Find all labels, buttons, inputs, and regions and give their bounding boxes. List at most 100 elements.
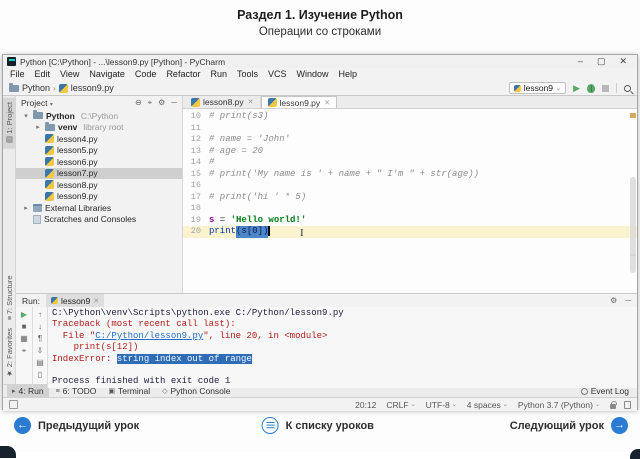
status-crlf[interactable]: CRLF⌄ bbox=[386, 400, 415, 410]
console-text: string index out of range bbox=[117, 354, 252, 364]
status-4-spaces[interactable]: 4 spaces⌄ bbox=[467, 400, 508, 410]
close-button[interactable]: ✕ bbox=[619, 55, 627, 68]
tree-item-lesson8-py[interactable]: lesson8.py bbox=[16, 179, 182, 191]
close-icon[interactable]: ✕ bbox=[248, 98, 254, 106]
chevron-icon[interactable]: ▸ bbox=[22, 204, 30, 212]
memory-indicator-icon[interactable] bbox=[624, 401, 631, 409]
up-stacktrace-icon[interactable]: ↑ bbox=[38, 310, 42, 319]
stop-button[interactable] bbox=[602, 85, 609, 92]
soft-wrap-icon[interactable]: ¶ bbox=[38, 334, 42, 343]
previous-lesson-button[interactable]: ← Предыдущий урок bbox=[14, 417, 139, 434]
toolwindow-toggle-icon[interactable] bbox=[9, 400, 18, 409]
debug-button[interactable] bbox=[587, 84, 595, 93]
tree-item-label: lesson6.py bbox=[57, 157, 98, 167]
code-line-15[interactable]: 15# print('My name is ' + name + " I'm "… bbox=[183, 169, 637, 181]
hide-panel-icon[interactable]: ─ bbox=[625, 296, 631, 305]
rerun-icon[interactable]: ▶ bbox=[21, 310, 27, 319]
tree-item-venv[interactable]: ▸venvlibrary root bbox=[16, 122, 182, 134]
settings-gear-icon[interactable]: ⚙ bbox=[158, 98, 165, 108]
search-everywhere-icon[interactable] bbox=[624, 85, 631, 92]
code-line-12[interactable]: 12# name = 'John' bbox=[183, 134, 637, 146]
stop-icon[interactable]: ■ bbox=[22, 322, 27, 331]
settings-gear-icon[interactable]: ⚙ bbox=[610, 296, 617, 305]
tree-item-lesson6-py[interactable]: lesson6.py bbox=[16, 156, 182, 168]
tree-item-lesson7-py[interactable]: lesson7.py bbox=[16, 168, 182, 180]
code-line-18[interactable]: 18 bbox=[183, 203, 637, 215]
console-text: Traceback (most recent call last): bbox=[52, 319, 236, 329]
status-utf-8[interactable]: UTF-8⌄ bbox=[426, 400, 457, 410]
menu-help[interactable]: Help bbox=[334, 68, 363, 81]
status-python-3-7-python-[interactable]: Python 3.7 (Python)⌄ bbox=[518, 400, 600, 410]
menu-view[interactable]: View bbox=[55, 68, 84, 81]
menu-run[interactable]: Run bbox=[205, 68, 232, 81]
editor-scrollbar[interactable] bbox=[630, 177, 636, 273]
run-configuration-select[interactable]: lesson9 ⌄ bbox=[509, 82, 566, 94]
line-number: 18 bbox=[183, 203, 209, 215]
tree-item-scratches-and-consoles[interactable]: Scratches and Consoles bbox=[16, 214, 182, 226]
menu-navigate[interactable]: Navigate bbox=[84, 68, 130, 81]
structure-icon: ≡ bbox=[5, 315, 14, 319]
breadcrumb-file[interactable]: lesson9.py bbox=[59, 83, 114, 93]
menu-code[interactable]: Code bbox=[130, 68, 162, 81]
code-line-20[interactable]: 20print(s[0]) bbox=[183, 226, 637, 238]
close-icon[interactable]: ✕ bbox=[324, 99, 330, 107]
editor-tab-lesson8-py[interactable]: lesson8.py✕ bbox=[185, 96, 261, 108]
stripe-favorites[interactable]: ★2: Favorites bbox=[3, 324, 16, 382]
chevron-icon[interactable]: ▸ bbox=[34, 123, 42, 131]
breadcrumb-project[interactable]: Python bbox=[9, 83, 50, 93]
stripe-project[interactable]: ▤1: Project bbox=[3, 98, 16, 149]
code-segment: = bbox=[214, 215, 230, 227]
locate-file-icon[interactable]: ⊖ bbox=[135, 98, 142, 108]
line-number: 16 bbox=[183, 180, 209, 192]
minimize-button[interactable]: – bbox=[578, 55, 583, 68]
tree-item-lesson4-py[interactable]: lesson4.py bbox=[16, 133, 182, 145]
run-tab[interactable]: lesson9 ✕ bbox=[46, 294, 104, 307]
lesson-list-button[interactable]: К списку уроков bbox=[262, 417, 374, 434]
folder-icon bbox=[9, 85, 19, 92]
next-lesson-button[interactable]: Следующий урок → bbox=[510, 417, 628, 434]
project-icon: ▤ bbox=[5, 136, 14, 145]
file-link[interactable]: C:/Python/lesson9.py bbox=[95, 331, 203, 341]
clear-all-icon[interactable]: ▯ bbox=[38, 370, 42, 379]
run-button[interactable]: ▶ bbox=[573, 84, 580, 93]
code-line-13[interactable]: 13# age = 20 bbox=[183, 146, 637, 158]
close-icon[interactable]: ✕ bbox=[93, 297, 99, 305]
print-icon[interactable]: ▤ bbox=[36, 358, 44, 367]
window-controls: – ▢ ✕ bbox=[578, 55, 633, 68]
tree-item-lesson5-py[interactable]: lesson5.py bbox=[16, 145, 182, 157]
menu-vcs[interactable]: VCS bbox=[263, 68, 292, 81]
py-icon bbox=[45, 169, 54, 178]
code-line-16[interactable]: 16 bbox=[183, 180, 637, 192]
scroll-to-end-icon[interactable]: ⇩ bbox=[37, 346, 44, 355]
menu-window[interactable]: Window bbox=[292, 68, 334, 81]
hide-panel-icon[interactable]: ─ bbox=[171, 98, 177, 108]
menu-file[interactable]: File bbox=[5, 68, 30, 81]
menu-refactor[interactable]: Refactor bbox=[161, 68, 205, 81]
project-panel-title[interactable]: Project ▾ bbox=[21, 98, 53, 108]
code-line-11[interactable]: 11 bbox=[183, 123, 637, 135]
collapse-all-icon[interactable]: ⌖ bbox=[148, 98, 153, 108]
editor-tab-lesson9-py[interactable]: lesson9.py✕ bbox=[261, 96, 338, 108]
stripe-structure[interactable]: ≡7: Structure bbox=[3, 271, 16, 324]
code-area[interactable]: 10# print(s3)1112# name = 'John'13# age … bbox=[183, 109, 637, 293]
status-20-12[interactable]: 20:12 bbox=[355, 400, 376, 410]
down-stacktrace-icon[interactable]: ↓ bbox=[38, 322, 42, 331]
lock-icon[interactable] bbox=[610, 404, 616, 409]
chevron-icon[interactable]: ▾ bbox=[22, 112, 30, 120]
pin-icon[interactable]: ⌖ bbox=[22, 346, 27, 355]
tree-item-lesson9-py[interactable]: lesson9.py bbox=[16, 191, 182, 203]
restore-layout-icon[interactable]: ▦ bbox=[20, 334, 28, 343]
menu-edit[interactable]: Edit bbox=[30, 68, 56, 81]
code-line-10[interactable]: 10# print(s3) bbox=[183, 111, 637, 123]
code-line-14[interactable]: 14# bbox=[183, 157, 637, 169]
code-line-19[interactable]: 19s = 'Hello world!' bbox=[183, 215, 637, 227]
code-line-17[interactable]: 17# print('hi ' * 5) bbox=[183, 192, 637, 204]
tree-item-external-libraries[interactable]: ▸External Libraries bbox=[16, 202, 182, 214]
favorites-icon: ★ bbox=[5, 369, 14, 378]
console-output[interactable]: C:\Python\venv\Scripts\python.exe C:/Pyt… bbox=[48, 307, 637, 388]
tree-item-python[interactable]: ▾PythonC:\Python bbox=[16, 110, 182, 122]
menu-tools[interactable]: Tools bbox=[232, 68, 263, 81]
status-label: CRLF bbox=[386, 400, 408, 410]
console-line bbox=[52, 365, 637, 376]
maximize-button[interactable]: ▢ bbox=[597, 55, 606, 68]
